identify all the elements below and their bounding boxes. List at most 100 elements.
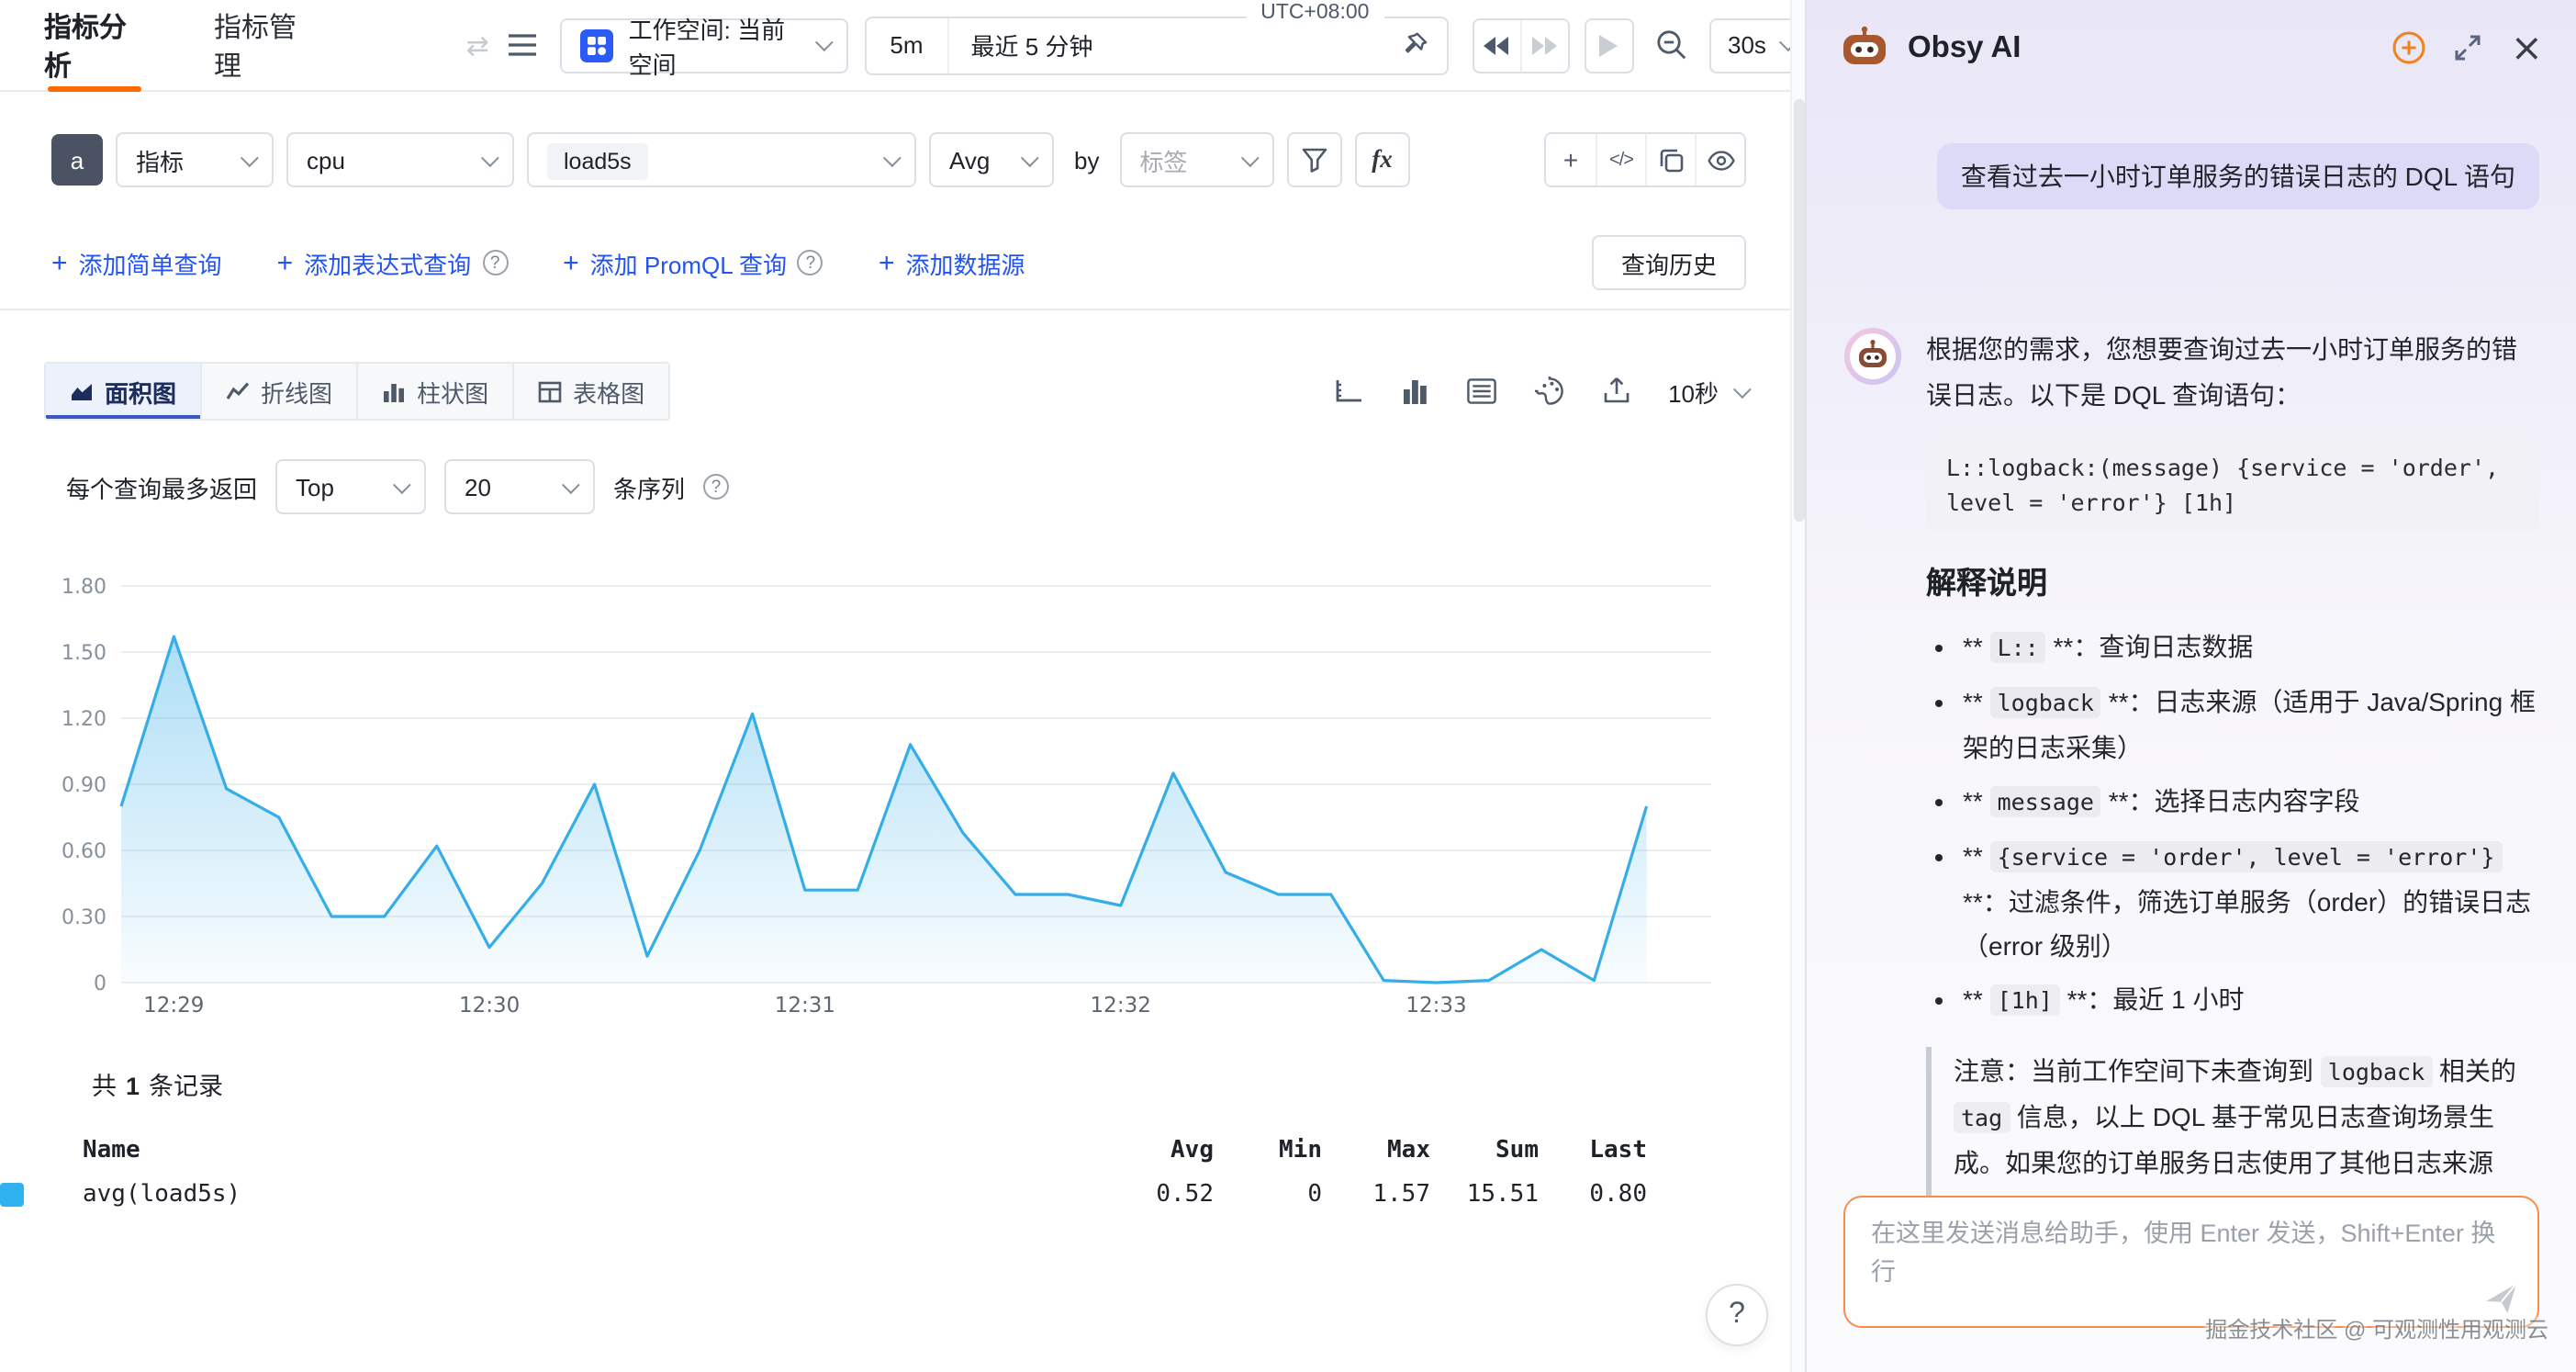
export-icon[interactable] — [1602, 377, 1630, 406]
step-back-button[interactable] — [1473, 19, 1520, 71]
tab-metrics-management[interactable]: 指标管理 — [214, 0, 314, 91]
preview-eye-button[interactable] — [1695, 134, 1744, 186]
aggregation-select[interactable]: Avg — [929, 132, 1054, 187]
duplicate-query-button[interactable] — [1645, 134, 1695, 186]
assistant-message-body: 根据您的需求，您想要查询过去一小时订单服务的错误日志。以下是 DQL 查询语句：… — [1926, 327, 2539, 1234]
expand-icon[interactable] — [2454, 33, 2483, 62]
send-icon[interactable] — [2482, 1280, 2519, 1317]
group-by-select[interactable]: 标签 — [1119, 132, 1273, 187]
explanation-item: ** {service = 'order', level = 'error'} … — [1963, 834, 2539, 968]
close-icon[interactable]: × — [2511, 28, 2543, 67]
query-type-select[interactable]: 指标 — [116, 132, 274, 187]
chart-type-tabs: 面积图 折线图 柱状图 表格图 — [44, 362, 670, 421]
inline-text: ** — [1963, 984, 1990, 1014]
new-chat-icon[interactable] — [2393, 31, 2426, 64]
series-summary-table: Name Avg Min Max Sum Last avg(load5s) 0.… — [0, 1128, 1805, 1216]
inline-code: logback — [2321, 1056, 2432, 1087]
tab-table-chart[interactable]: 表格图 — [514, 364, 668, 419]
top-bottom-select[interactable]: Top — [275, 459, 426, 514]
query-actions-group: + </> — [1544, 132, 1746, 187]
series-min: 0 — [1214, 1180, 1322, 1208]
filter-button[interactable] — [1286, 132, 1341, 187]
chart-style-icon[interactable] — [1400, 377, 1428, 405]
scrollbar-thumb[interactable] — [1794, 99, 1805, 522]
scrollbar[interactable] — [1790, 0, 1805, 1372]
legend-icon[interactable] — [1466, 378, 1495, 404]
tab-bar-chart[interactable]: 柱状图 — [358, 364, 514, 419]
limit-suffix-label: 条序列 — [613, 469, 685, 504]
menu-icon[interactable] — [505, 27, 538, 63]
workspace-select[interactable]: 工作空间: 当前空间 — [561, 17, 848, 73]
tab-area-chart[interactable]: 面积图 — [46, 364, 202, 419]
inline-text: **：选择日志内容字段 — [2101, 786, 2360, 815]
fx-function-button[interactable]: fx — [1354, 132, 1409, 187]
query-letter-badge: a — [51, 134, 103, 186]
svg-text:0: 0 — [94, 973, 106, 995]
view-code-button[interactable]: </> — [1596, 134, 1645, 186]
metric-select[interactable]: cpu — [286, 132, 514, 187]
chevron-down-icon — [481, 148, 499, 166]
help-icon[interactable]: ? — [798, 250, 823, 276]
chevron-down-icon — [393, 475, 411, 493]
svg-text:0.60: 0.60 — [62, 840, 106, 863]
user-message-bubble: 查看过去一小时订单服务的错误日志的 DQL 语句 — [1937, 143, 2539, 209]
inline-text: ** — [1963, 632, 1990, 661]
add-expression-query-link[interactable]: +添加表达式查询? — [277, 245, 509, 280]
assistant-avatar — [1843, 327, 1902, 1234]
chat-input[interactable] — [1871, 1214, 2512, 1310]
chevron-down-icon — [562, 475, 580, 493]
col-name: Name — [83, 1136, 1105, 1164]
svg-text:12:29: 12:29 — [143, 994, 204, 1018]
inline-text: **：查询日志数据 — [2046, 632, 2254, 661]
tab-metrics-analysis[interactable]: 指标分析 — [44, 0, 144, 91]
svg-text:12:33: 12:33 — [1406, 994, 1466, 1018]
explanation-item: ** [1h] **：最近 1 小时 — [1963, 977, 2539, 1023]
tab-line-chart[interactable]: 折线图 — [202, 364, 358, 419]
ai-panel-header: Obsy AI × — [1807, 0, 2576, 96]
section-divider — [0, 309, 1805, 310]
series-count-select[interactable]: 20 — [444, 459, 595, 514]
chevron-down-icon — [1240, 148, 1259, 166]
inline-code: {service = 'order', level = 'error'} — [1990, 841, 2503, 872]
svg-text:12:31: 12:31 — [775, 994, 835, 1018]
refresh-interval-value: 30s — [1728, 31, 1766, 59]
col-last: Last — [1539, 1136, 1647, 1164]
palette-icon[interactable] — [1534, 377, 1563, 406]
chart-type-toolbar: 面积图 折线图 柱状图 表格图 — [44, 362, 1746, 421]
summary-data-row[interactable]: avg(load5s) 0.52 0 1.57 15.51 0.80 — [0, 1172, 1805, 1216]
dql-code-block[interactable]: L::logback:(message) {service = 'order',… — [1926, 437, 2539, 533]
pin-icon[interactable] — [1400, 31, 1428, 59]
time-range-control[interactable]: UTC+08:00 5m 最近 5 分钟 — [864, 16, 1448, 74]
step-forward-button[interactable] — [1520, 19, 1567, 71]
time-range-label[interactable]: 最近 5 分钟 — [949, 28, 1401, 62]
help-icon[interactable]: ? — [482, 250, 508, 276]
chart-refresh-interval-select[interactable]: 10秒 — [1668, 374, 1746, 409]
query-links-row: +添加简单查询 +添加表达式查询? +添加 PromQL 查询? +添加数据源 … — [51, 235, 1746, 290]
add-promql-query-link[interactable]: +添加 PromQL 查询? — [563, 245, 823, 280]
workspace-icon — [581, 28, 614, 62]
help-button[interactable]: ? — [1706, 1284, 1768, 1346]
sync-icon[interactable]: ⇄ — [461, 27, 494, 63]
chart-limit-controls: 每个查询最多返回 Top 20 条序列 ? — [66, 459, 1805, 514]
fx-label: fx — [1372, 145, 1393, 174]
play-button[interactable] — [1584, 17, 1634, 73]
field-select[interactable]: load5s — [527, 132, 916, 187]
add-simple-query-link[interactable]: +添加简单查询 — [51, 245, 222, 280]
chevron-down-icon — [883, 148, 902, 166]
series-last: 0.80 — [1539, 1180, 1647, 1208]
help-icon[interactable]: ? — [703, 474, 729, 500]
inline-text: 相关的 — [2432, 1056, 2516, 1085]
limit-prefix-label: 每个查询最多返回 — [66, 469, 257, 504]
add-datasource-link[interactable]: +添加数据源 — [879, 245, 1025, 280]
axis-settings-icon[interactable] — [1332, 377, 1361, 405]
series-swatch — [0, 1182, 24, 1206]
query-history-button[interactable]: 查询历史 — [1592, 235, 1746, 290]
add-query-button[interactable]: + — [1546, 134, 1596, 186]
zoom-out-icon[interactable] — [1656, 29, 1687, 61]
svg-text:12:30: 12:30 — [459, 994, 520, 1018]
chat-input-box[interactable] — [1843, 1196, 2539, 1328]
time-range-short[interactable]: 5m — [866, 17, 948, 73]
explanation-item: ** logback **：日志来源（适用于 Java/Spring 框架的日志… — [1963, 680, 2539, 770]
col-sum: Sum — [1430, 1136, 1539, 1164]
chevron-down-icon — [1021, 148, 1039, 166]
